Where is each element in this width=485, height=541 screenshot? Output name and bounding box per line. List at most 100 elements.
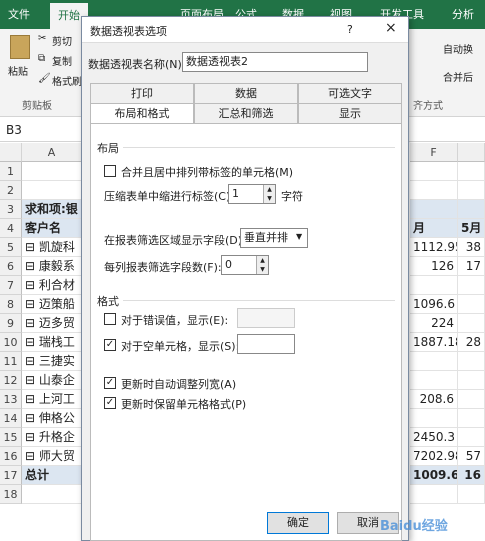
cell-a[interactable]	[22, 162, 82, 181]
row-header[interactable]: 14	[0, 409, 22, 428]
tab-display[interactable]: 显示	[298, 103, 402, 123]
cell-a[interactable]: 求和项:银	[22, 200, 82, 219]
cell-g[interactable]	[458, 276, 485, 295]
cell-a[interactable]: ⊟ 上河工	[22, 390, 82, 409]
row-header[interactable]: 5	[0, 238, 22, 257]
empty-cell-checkbox[interactable]: ✓	[104, 339, 116, 351]
tab-file[interactable]: 文件	[8, 6, 30, 22]
cell-f[interactable]: 126	[410, 257, 458, 276]
row-header[interactable]: 6	[0, 257, 22, 276]
row-header[interactable]: 4	[0, 219, 22, 238]
cell-g[interactable]	[458, 428, 485, 447]
cell-a[interactable]: ⊟ 康毅系	[22, 257, 82, 276]
cell-f[interactable]	[410, 485, 458, 504]
autofit-checkbox[interactable]: ✓	[104, 377, 116, 389]
row-header[interactable]: 9	[0, 314, 22, 333]
cell-a[interactable]: ⊟ 迈多贸	[22, 314, 82, 333]
pivot-name-input[interactable]: 数据透视表2	[182, 52, 368, 72]
cut-button[interactable]: 剪切	[52, 33, 72, 48]
cell-f[interactable]: 224	[410, 314, 458, 333]
row-header[interactable]: 11	[0, 352, 22, 371]
cell-f[interactable]: 1112.95	[410, 238, 458, 257]
copy-button[interactable]: 复制	[52, 53, 72, 68]
row-header[interactable]: 8	[0, 295, 22, 314]
cell-f[interactable]	[410, 409, 458, 428]
cell-f[interactable]: 1887.18	[410, 333, 458, 352]
row-header[interactable]: 7	[0, 276, 22, 295]
empty-cell-input[interactable]	[237, 334, 295, 354]
copy-icon[interactable]: ⧉	[38, 53, 45, 64]
cell-g[interactable]: 38	[458, 238, 485, 257]
cell-f[interactable]: 208.6	[410, 390, 458, 409]
cell-a[interactable]	[22, 485, 82, 504]
cell-f[interactable]	[410, 371, 458, 390]
cell-a[interactable]: ⊟ 三捷实	[22, 352, 82, 371]
merge-center-checkbox[interactable]	[104, 165, 116, 177]
column-header-a[interactable]: A	[22, 143, 82, 162]
row-header[interactable]: 12	[0, 371, 22, 390]
row-header[interactable]: 15	[0, 428, 22, 447]
cell-a[interactable]: ⊟ 迈策船	[22, 295, 82, 314]
name-box[interactable]: B3	[6, 123, 22, 137]
cell-g[interactable]: 5月	[458, 219, 485, 238]
column-header-g[interactable]	[458, 143, 485, 162]
cell-g[interactable]	[458, 371, 485, 390]
cell-g[interactable]: 28	[458, 333, 485, 352]
cell-a[interactable]: ⊟ 伸格公	[22, 409, 82, 428]
cell-a[interactable]: ⊟ 师大贸	[22, 447, 82, 466]
cell-g[interactable]	[458, 200, 485, 219]
cell-g[interactable]	[458, 162, 485, 181]
row-header[interactable]: 13	[0, 390, 22, 409]
merge-button[interactable]: 合并后	[443, 69, 473, 84]
cell-a[interactable]: ⊟ 凯旋科	[22, 238, 82, 257]
cell-g[interactable]	[458, 409, 485, 428]
cell-f[interactable]	[410, 181, 458, 200]
filter-fields-spinner[interactable]: ▲ ▼	[256, 256, 268, 274]
chevron-down-icon[interactable]: ▼	[296, 232, 302, 241]
cell-f[interactable]: 1009.6	[410, 466, 458, 485]
cell-g[interactable]	[458, 181, 485, 200]
ok-button[interactable]: 确定	[267, 512, 329, 534]
format-painter-button[interactable]: 格式刷	[52, 73, 82, 88]
cell-a[interactable]: 客户名	[22, 219, 82, 238]
indent-spinner[interactable]: ▲ ▼	[263, 185, 275, 203]
wrap-text-button[interactable]: 自动换	[443, 41, 473, 56]
row-header[interactable]: 1	[0, 162, 22, 181]
preserve-format-checkbox[interactable]: ✓	[104, 397, 116, 409]
cell-a[interactable]: ⊟ 升格企	[22, 428, 82, 447]
error-value-input[interactable]	[237, 308, 295, 328]
cell-g[interactable]	[458, 314, 485, 333]
tab-print[interactable]: 打印	[90, 83, 194, 103]
tab-analyze[interactable]: 分析	[452, 6, 474, 22]
tab-data[interactable]: 数据	[194, 83, 298, 103]
select-all-corner[interactable]	[0, 143, 22, 162]
cell-f[interactable]: 月	[410, 219, 458, 238]
format-painter-icon[interactable]: 🖌	[38, 73, 51, 84]
cell-a[interactable]: 总计	[22, 466, 82, 485]
row-header[interactable]: 10	[0, 333, 22, 352]
row-header[interactable]: 16	[0, 447, 22, 466]
paste-icon[interactable]	[10, 35, 30, 59]
cell-f[interactable]	[410, 162, 458, 181]
cell-g[interactable]: 16	[458, 466, 485, 485]
cell-g[interactable]: 17	[458, 257, 485, 276]
cell-g[interactable]	[458, 295, 485, 314]
cell-f[interactable]: 2450.3	[410, 428, 458, 447]
cell-g[interactable]	[458, 352, 485, 371]
tab-alt-text[interactable]: 可选文字	[298, 83, 402, 103]
row-header[interactable]: 18	[0, 485, 22, 504]
row-header[interactable]: 17	[0, 466, 22, 485]
cell-f[interactable]: 7202.98	[410, 447, 458, 466]
cell-g[interactable]	[458, 390, 485, 409]
help-button[interactable]: ?	[347, 23, 353, 36]
cell-g[interactable]	[458, 485, 485, 504]
tab-totals-filters[interactable]: 汇总和筛选	[194, 103, 298, 123]
close-button[interactable]: ×	[385, 20, 397, 36]
cell-a[interactable]: ⊟ 山泰企	[22, 371, 82, 390]
tab-layout-format[interactable]: 布局和格式	[90, 103, 194, 123]
cell-g[interactable]: 57	[458, 447, 485, 466]
cell-f[interactable]	[410, 276, 458, 295]
row-header[interactable]: 2	[0, 181, 22, 200]
cut-icon[interactable]: ✂	[38, 33, 46, 44]
column-header-f[interactable]: F	[410, 143, 458, 162]
